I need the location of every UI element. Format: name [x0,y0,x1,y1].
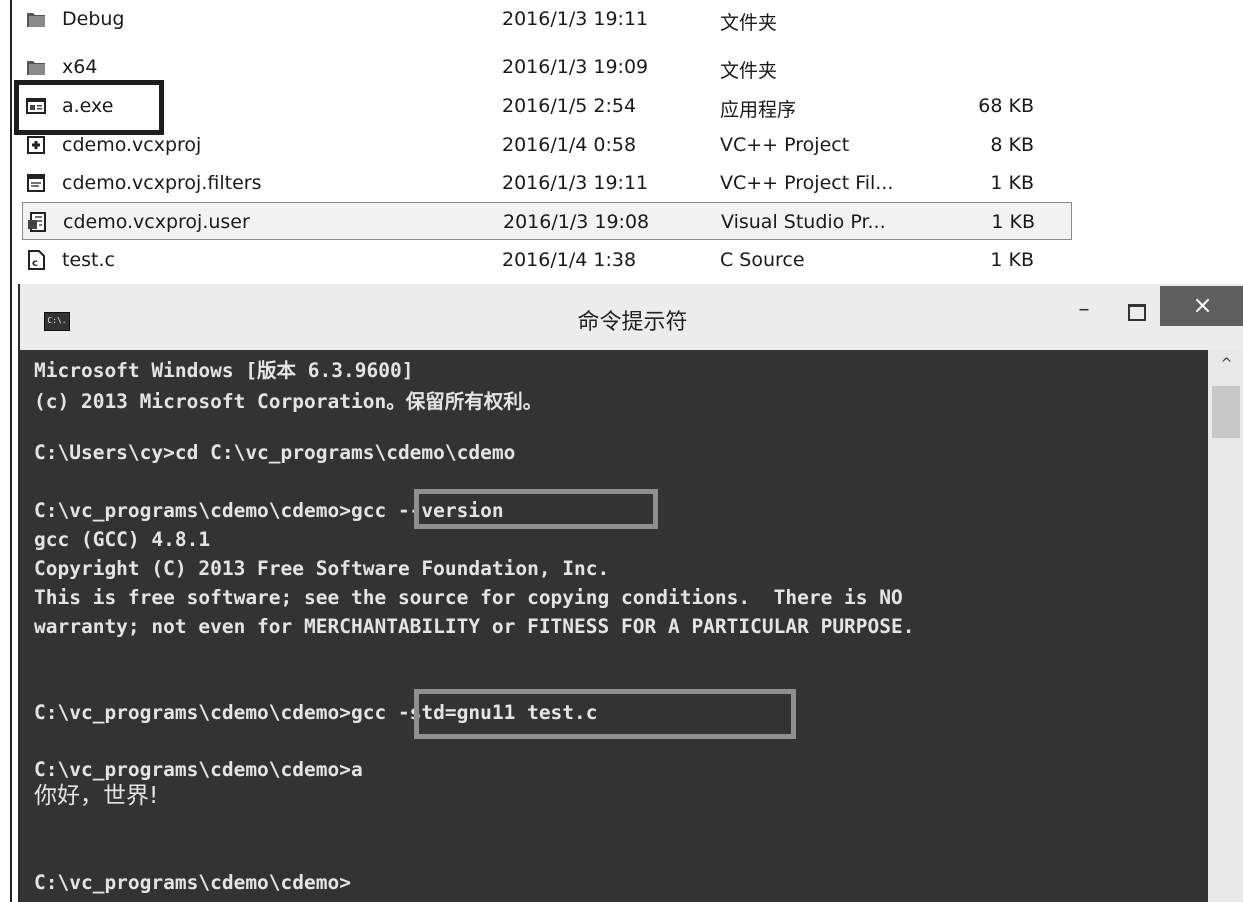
console-line: (c) 2013 Microsoft Corporation。保留所有权利。 [34,390,543,413]
file-size: 1 KB [991,211,1035,233]
cmd-title-bar[interactable]: C:\. 命令提示符 – × [20,284,1243,350]
file-name: test.c [62,249,115,271]
file-date: 2016/1/3 19:09 [502,56,649,78]
vertical-scrollbar[interactable]: ^ [1208,350,1243,902]
file-size: 1 KB [990,249,1034,271]
file-date: 2016/1/4 1:38 [502,249,637,271]
file-row-test-c[interactable]: c test.c 2016/1/4 1:38 C Source 1 KB [22,241,1072,279]
file-type: 文件夹 [720,60,778,82]
console-line: gcc (GCC) 4.8.1 [34,528,211,551]
user-file-icon [27,212,47,232]
file-date: 2016/1/4 0:58 [502,134,637,156]
vcxproj-icon [26,135,46,155]
minimize-button[interactable]: – [1066,298,1102,326]
console-line: Microsoft Windows [版本 6.3.9600] [34,359,414,382]
file-row-x64[interactable]: x64 2016/1/3 19:09 文件夹 [22,48,1072,86]
console-line: Copyright (C) 2013 Free Software Foundat… [34,557,610,580]
maximize-button[interactable] [1118,298,1154,326]
console-line: warranty; not even for MERCHANTABILITY o… [34,615,915,638]
file-type: 文件夹 [720,12,778,34]
console-line: 你好，世界! [34,783,159,809]
window-title: 命令提示符 [577,310,688,335]
file-name: Debug [62,8,125,30]
file-name: cdemo.vcxproj.filters [62,172,262,194]
file-row-cdemo-vcxproj-filters[interactable]: cdemo.vcxproj.filters 2016/1/3 19:11 VC+… [22,164,1072,202]
file-type: C Source [720,249,805,271]
scroll-thumb[interactable] [1212,386,1240,438]
file-size: 8 KB [990,134,1034,156]
file-name: x64 [62,56,98,78]
console-line: C:\Users\cy>cd C:\vc_programs\cdemo\cdem… [34,441,516,464]
file-row-debug[interactable]: Debug 2016/1/3 19:11 文件夹 [22,0,1072,38]
file-type: VC++ Project Fil... [720,172,894,194]
file-explorer-list: Debug 2016/1/3 19:11 文件夹 x64 2016/1/3 19… [0,0,1243,282]
svg-text:c: c [32,258,38,269]
file-size: 68 KB [978,95,1034,117]
file-type: Visual Studio Pr... [721,211,886,233]
file-row-cdemo-vcxproj[interactable]: cdemo.vcxproj 2016/1/4 0:58 VC++ Project… [22,126,1072,164]
gcc-compile-highlight-box [414,689,796,739]
file-type: 应用程序 [720,99,797,121]
file-row-a-exe[interactable]: a.exe 2016/1/5 2:54 应用程序 68 KB [22,87,1072,125]
gcc-version-highlight-box [414,489,658,529]
maximize-icon [1128,304,1146,321]
filters-file-icon [26,173,46,193]
file-type: VC++ Project [720,134,850,156]
console-line: This is free software; see the source fo… [34,586,903,609]
folder-icon [26,57,46,77]
file-name: cdemo.vcxproj.user [63,211,250,233]
console-line: C:\vc_programs\cdemo\cdemo>a [34,758,363,781]
console-output[interactable]: Microsoft Windows [版本 6.3.9600] (c) 2013… [20,350,1208,902]
command-prompt-window[interactable]: C:\. 命令提示符 – × Microsoft Windows [版本 6.3… [18,284,1243,902]
scroll-up-icon[interactable]: ^ [1208,356,1243,376]
file-name: cdemo.vcxproj [62,134,202,156]
file-date: 2016/1/5 2:54 [502,95,637,117]
folder-icon [26,9,46,29]
console-line: C:\vc_programs\cdemo\cdemo> [34,871,351,894]
file-size: 1 KB [990,172,1034,194]
file-row-cdemo-vcxproj-user[interactable]: cdemo.vcxproj.user 2016/1/3 19:08 Visual… [22,202,1072,240]
file-date: 2016/1/3 19:11 [502,8,649,30]
c-source-icon: c [26,250,46,270]
window-left-edge [10,0,12,902]
close-button[interactable]: × [1160,286,1243,326]
file-date: 2016/1/3 19:11 [502,172,649,194]
file-date: 2016/1/3 19:08 [503,211,650,233]
a-exe-highlight-box [14,80,164,135]
